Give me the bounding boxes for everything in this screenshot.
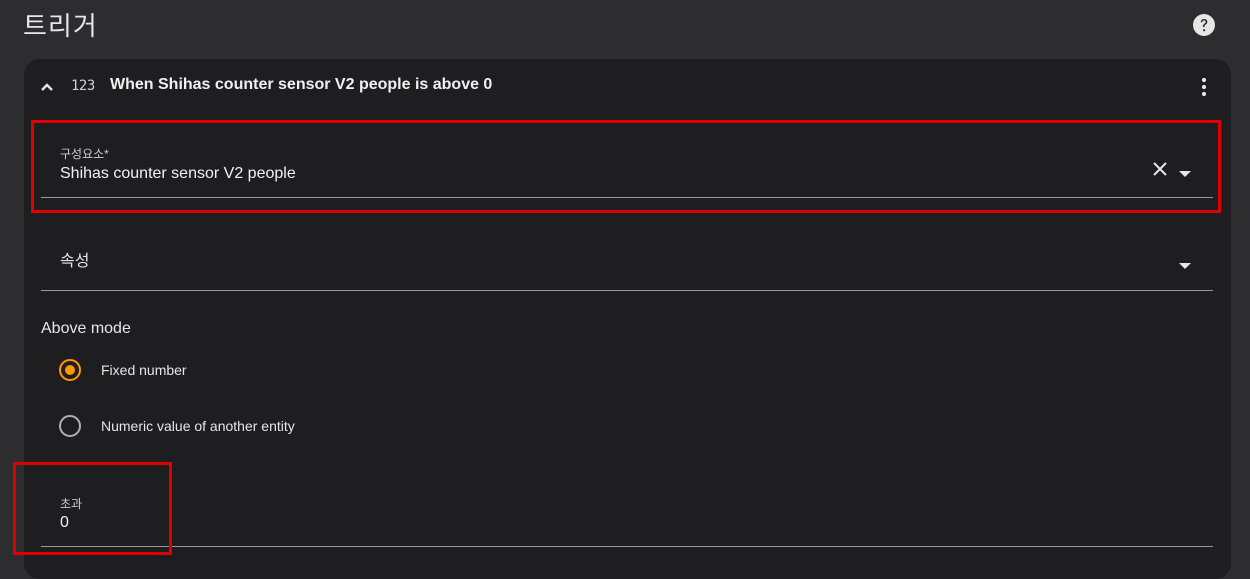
trigger-card: 123 When Shihas counter sensor V2 people…: [24, 59, 1231, 579]
above-value[interactable]: 0: [60, 514, 69, 532]
numeric-123-icon: 123: [71, 78, 95, 94]
entity-value[interactable]: Shihas counter sensor V2 people: [60, 165, 296, 183]
attribute-select[interactable]: 속성: [41, 223, 1213, 291]
attribute-label: 속성: [60, 253, 90, 270]
above-input[interactable]: 초과 0: [41, 479, 1213, 547]
close-icon[interactable]: [1151, 160, 1169, 178]
entity-label: 구성요소*: [60, 147, 109, 161]
more-vertical-icon[interactable]: [1192, 75, 1216, 99]
trigger-card-header[interactable]: 123 When Shihas counter sensor V2 people…: [24, 59, 1231, 115]
radio-numeric-entity-label[interactable]: Numeric value of another entity: [101, 418, 295, 434]
above-mode-title: Above mode: [41, 320, 131, 337]
chevron-up-icon[interactable]: [39, 79, 55, 95]
page-title: 트리거: [23, 12, 98, 42]
attribute-underline: [41, 290, 1213, 291]
above-underline: [41, 546, 1213, 547]
entity-select[interactable]: 구성요소* Shihas counter sensor V2 people: [41, 129, 1213, 198]
radio-fixed-number-label[interactable]: Fixed number: [101, 362, 187, 378]
chevron-down-icon[interactable]: [1178, 165, 1192, 177]
radio-numeric-entity[interactable]: [59, 415, 81, 437]
help-icon[interactable]: [1192, 13, 1216, 37]
trigger-title: When Shihas counter sensor V2 people is …: [110, 76, 493, 93]
chevron-down-icon[interactable]: [1178, 257, 1192, 269]
entity-underline: [41, 197, 1213, 198]
above-label: 초과: [60, 497, 83, 511]
radio-fixed-number[interactable]: [59, 359, 81, 381]
